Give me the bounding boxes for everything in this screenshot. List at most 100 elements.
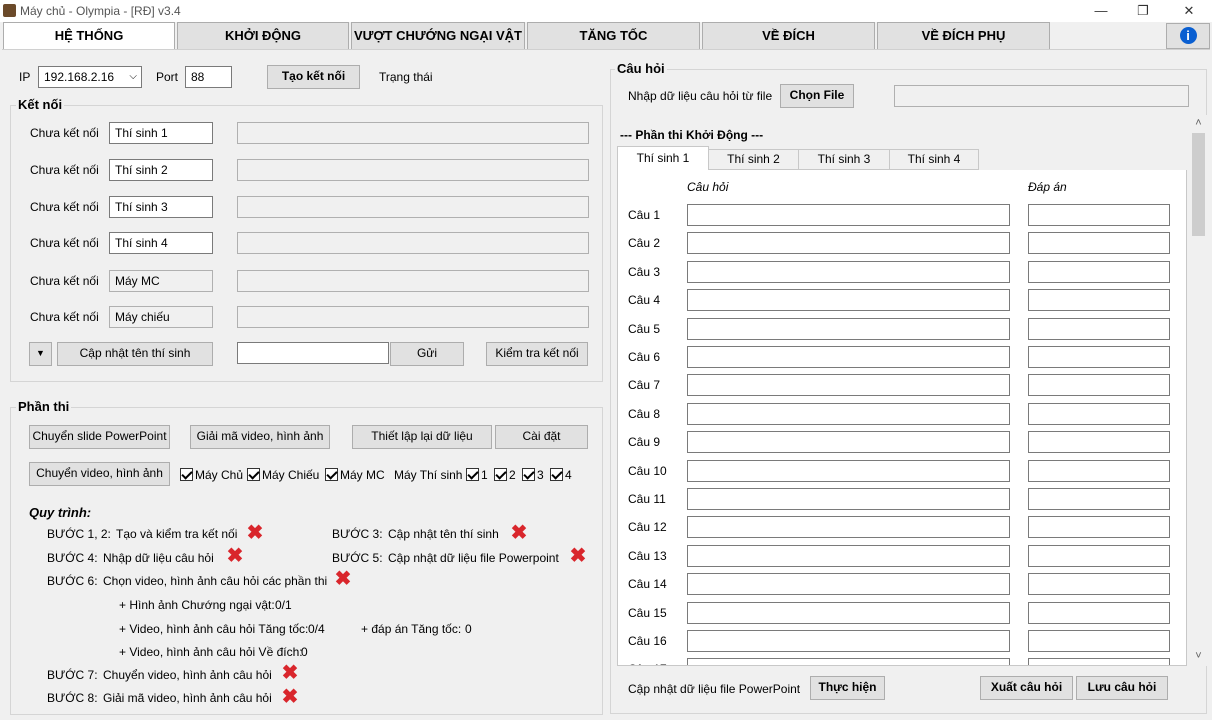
message-input[interactable] <box>237 342 389 364</box>
answer-input[interactable] <box>1028 402 1170 425</box>
port-input[interactable]: 88 <box>185 66 232 88</box>
scrollbar-thumb[interactable] <box>1192 133 1205 236</box>
reset-data-button[interactable]: Thiết lập lại dữ liệu <box>352 425 492 449</box>
sub-finish-value: 0 <box>301 645 308 659</box>
answer-input[interactable] <box>1028 516 1170 539</box>
scroll-down-icon[interactable]: ˅ <box>1190 650 1207 664</box>
create-connection-button[interactable]: Tạo kết nối <box>267 65 360 89</box>
mc-checkbox[interactable]: Máy MC <box>325 468 385 482</box>
update-ppt-label: Cập nhật dữ liệu file PowerPoint <box>628 682 801 696</box>
scroll-up-icon[interactable]: ˄ <box>1190 117 1207 131</box>
question-input[interactable] <box>687 516 1010 539</box>
question-row-label: Câu 14 <box>628 577 667 592</box>
answer-input[interactable] <box>1028 488 1170 510</box>
subtab-contestant-1[interactable]: Thí sinh 1 <box>617 146 709 171</box>
contestant-3-checkbox[interactable]: 3 <box>522 468 544 482</box>
choose-file-button[interactable]: Chọn File <box>780 84 854 108</box>
step-8-cross-icon: ✖ <box>281 686 299 708</box>
step-7-text: Chuyển video, hình ảnh câu hỏi <box>103 668 272 682</box>
question-input[interactable] <box>687 402 1010 425</box>
subtab-contestant-4[interactable]: Thí sinh 4 <box>889 149 979 170</box>
answer-input[interactable] <box>1028 317 1170 340</box>
question-input[interactable] <box>687 573 1010 596</box>
tab-tang-toc[interactable]: TĂNG TỐC <box>527 22 700 50</box>
check-connection-button[interactable]: Kiểm tra kết nối <box>486 342 588 366</box>
settings-button[interactable]: Cài đặt <box>495 425 588 449</box>
contestant-4-checkbox[interactable]: 4 <box>550 468 572 482</box>
phanthi-title: Phần thi <box>16 399 72 414</box>
projector-checkbox[interactable]: Máy Chiếu <box>247 468 319 482</box>
question-row-label: Câu 17 <box>628 662 667 665</box>
step-6-cross-icon: ✖ <box>334 568 352 590</box>
contestant-2-checkbox[interactable]: 2 <box>494 468 516 482</box>
contestant-1-checkbox[interactable]: 1 <box>466 468 488 482</box>
contestant-4-name-input[interactable]: Thí sinh 4 <box>109 232 213 254</box>
section-title: --- Phần thi Khởi Động --- <box>620 128 764 142</box>
mc-name: Máy MC <box>109 270 213 292</box>
tab-vuot-chuong-ngai-vat[interactable]: VƯỢT CHƯỚNG NGẠI VẬT <box>351 22 525 50</box>
answer-input[interactable] <box>1028 204 1170 226</box>
question-input[interactable] <box>687 374 1010 397</box>
question-input[interactable] <box>687 232 1010 255</box>
question-input[interactable] <box>687 488 1010 510</box>
question-row-label: Câu 15 <box>628 605 667 620</box>
answer-input[interactable] <box>1028 346 1170 368</box>
question-input[interactable] <box>687 204 1010 226</box>
question-input[interactable] <box>687 630 1010 652</box>
step-4-text: Nhập dữ liệu câu hỏi <box>103 551 214 565</box>
contestant-3-checkbox-label: 3 <box>537 468 544 482</box>
tab-khoi-dong[interactable]: KHỞI ĐỘNG <box>177 22 349 50</box>
minimize-button[interactable]: — <box>1078 0 1124 22</box>
question-input[interactable] <box>687 317 1010 340</box>
conn-status-projector: Chưa kết nối <box>30 310 99 324</box>
export-questions-button[interactable]: Xuất câu hỏi <box>980 676 1073 700</box>
server-checkbox[interactable]: Máy Chủ <box>180 468 243 482</box>
question-input[interactable] <box>687 431 1010 454</box>
answer-input[interactable] <box>1028 544 1170 567</box>
close-button[interactable]: ✕ <box>1166 0 1212 22</box>
answer-input[interactable] <box>1028 289 1170 312</box>
contestant-1-name-input[interactable]: Thí sinh 1 <box>109 122 213 144</box>
update-names-button[interactable]: Cập nhật tên thí sinh <box>57 342 213 366</box>
subtab-contestant-2[interactable]: Thí sinh 2 <box>708 149 799 170</box>
answer-input[interactable] <box>1028 260 1170 283</box>
dropdown-toggle-button[interactable]: ▼ <box>29 342 52 366</box>
answer-input[interactable] <box>1028 459 1170 482</box>
question-input[interactable] <box>687 601 1010 624</box>
sub-accel-value: 0/4 <box>308 622 325 636</box>
contestant-3-name-input[interactable]: Thí sinh 3 <box>109 196 213 218</box>
tab-ve-dich[interactable]: VỀ ĐÍCH <box>702 22 875 50</box>
answer-input[interactable] <box>1028 232 1170 255</box>
execute-button[interactable]: Thực hiện <box>810 676 885 700</box>
tab-ve-dich-phu[interactable]: VỀ ĐÍCH PHỤ <box>877 22 1050 50</box>
info-button[interactable]: i <box>1166 23 1210 49</box>
convert-ppt-button[interactable]: Chuyển slide PowerPoint <box>29 425 170 449</box>
import-label: Nhập dữ liệu câu hỏi từ file <box>628 89 773 103</box>
save-questions-button[interactable]: Lưu câu hỏi <box>1076 676 1168 700</box>
port-label: Port <box>156 70 179 84</box>
subtab-contestant-3[interactable]: Thí sinh 3 <box>798 149 890 170</box>
question-input[interactable] <box>687 346 1010 368</box>
question-input[interactable] <box>687 260 1010 283</box>
send-button[interactable]: Gửi <box>390 342 464 366</box>
answer-input[interactable] <box>1028 658 1170 665</box>
step-6-text: Chọn video, hình ảnh câu hỏi các phần th… <box>103 574 328 588</box>
question-input[interactable] <box>687 289 1010 312</box>
restore-button[interactable]: ❐ <box>1120 0 1166 22</box>
answer-input[interactable] <box>1028 374 1170 397</box>
ip-select[interactable]: 192.168.2.16 ⌵ <box>38 66 142 88</box>
answer-input[interactable] <box>1028 573 1170 596</box>
mc-checkbox-label: Máy MC <box>340 468 385 482</box>
answer-input[interactable] <box>1028 601 1170 624</box>
tab-he-thong[interactable]: HỆ THỐNG <box>3 22 175 50</box>
step-8-text: Giải mã video, hình ảnh câu hỏi <box>103 691 272 705</box>
answer-input[interactable] <box>1028 630 1170 652</box>
scrollbar[interactable]: ˄ ˅ <box>1190 115 1207 666</box>
contestant-2-name-input[interactable]: Thí sinh 2 <box>109 159 213 181</box>
question-input[interactable] <box>687 459 1010 482</box>
question-input[interactable] <box>687 544 1010 567</box>
answer-input[interactable] <box>1028 431 1170 454</box>
decode-media-button[interactable]: Giải mã video, hình ảnh <box>190 425 330 449</box>
question-input[interactable] <box>687 658 1010 665</box>
convert-video-button[interactable]: Chuyển video, hình ảnh <box>29 462 170 486</box>
